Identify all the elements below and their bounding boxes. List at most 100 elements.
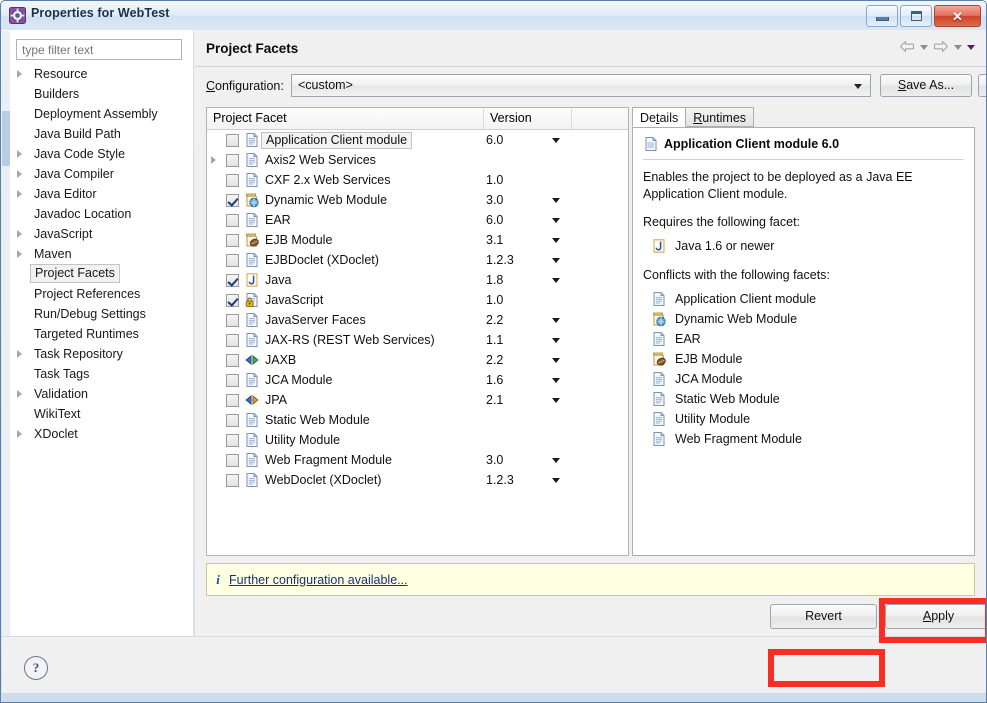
facet-row[interactable]: JPA 2.1 xyxy=(207,390,628,410)
facet-version-menu-cell[interactable] xyxy=(540,237,572,243)
back-history-caret-icon[interactable] xyxy=(920,44,928,50)
facet-checkbox[interactable] xyxy=(226,213,239,227)
sidebar-scrollbar-thumb[interactable] xyxy=(2,111,10,166)
sidebar-item-javascript[interactable]: JavaScript xyxy=(12,224,187,244)
expand-arrow-icon[interactable] xyxy=(17,250,22,258)
filter-input[interactable] xyxy=(16,39,182,60)
chevron-down-icon[interactable] xyxy=(552,397,560,403)
facet-row[interactable]: CXF 2.x Web Services 1.0 xyxy=(207,170,628,190)
facet-checkbox[interactable] xyxy=(226,193,239,207)
facet-version-cell[interactable]: 6.0 xyxy=(484,133,540,147)
facet-version-cell[interactable]: 1.0 xyxy=(484,293,540,307)
facet-row[interactable]: JavaServer Faces 2.2 xyxy=(207,310,628,330)
chevron-down-icon[interactable] xyxy=(552,357,560,363)
chevron-down-icon[interactable] xyxy=(552,137,560,143)
chevron-down-icon[interactable] xyxy=(552,377,560,383)
facet-row[interactable]: JCA Module 1.6 xyxy=(207,370,628,390)
facet-version-menu-cell[interactable] xyxy=(540,197,572,203)
chevron-down-icon[interactable] xyxy=(552,277,560,283)
facet-checkbox[interactable] xyxy=(226,453,239,467)
facet-version-menu-cell[interactable] xyxy=(540,277,572,283)
sidebar-item-deployment-assembly[interactable]: Deployment Assembly xyxy=(12,104,187,124)
expand-arrow-icon[interactable] xyxy=(17,390,22,398)
facet-checkbox[interactable] xyxy=(226,353,239,367)
facet-version-menu-cell[interactable] xyxy=(540,457,572,463)
sidebar-item-javadoc-location[interactable]: Javadoc Location xyxy=(12,204,187,224)
facet-row[interactable]: Dynamic Web Module 3.0 xyxy=(207,190,628,210)
facet-version-menu-cell[interactable] xyxy=(540,257,572,263)
facet-version-menu-cell[interactable] xyxy=(540,477,572,483)
delete-button[interactable]: Delete xyxy=(978,74,986,97)
facet-row[interactable]: JAXB 2.2 xyxy=(207,350,628,370)
sidebar-item-java-compiler[interactable]: Java Compiler xyxy=(12,164,187,184)
expand-arrow-icon[interactable] xyxy=(17,230,22,238)
sidebar-item-builders[interactable]: Builders xyxy=(12,84,187,104)
facet-checkbox[interactable] xyxy=(226,373,239,387)
facet-version-cell[interactable]: 1.1 xyxy=(484,333,540,347)
facet-checkbox[interactable] xyxy=(226,293,239,307)
facet-version-menu-cell[interactable] xyxy=(540,377,572,383)
facet-checkbox[interactable] xyxy=(226,313,239,327)
sidebar-item-task-repository[interactable]: Task Repository xyxy=(12,344,187,364)
facet-version-cell[interactable]: 3.1 xyxy=(484,233,540,247)
save-as-button[interactable]: Save As... xyxy=(880,74,972,97)
forward-arrow-icon[interactable] xyxy=(933,40,949,54)
sidebar-item-java-editor[interactable]: Java Editor xyxy=(12,184,187,204)
facet-version-menu-cell[interactable] xyxy=(540,317,572,323)
facet-checkbox[interactable] xyxy=(226,473,239,487)
facet-version-cell[interactable]: 3.0 xyxy=(484,453,540,467)
expand-arrow-icon[interactable] xyxy=(207,153,221,167)
facet-checkbox[interactable] xyxy=(226,233,239,247)
facet-version-cell[interactable]: 1.6 xyxy=(484,373,540,387)
facet-checkbox[interactable] xyxy=(226,433,239,447)
further-configuration-link[interactable]: Further configuration available... xyxy=(229,573,408,587)
chevron-down-icon[interactable] xyxy=(552,317,560,323)
maximize-button[interactable] xyxy=(900,5,932,27)
facet-row[interactable]: WebDoclet (XDoclet) 1.2.3 xyxy=(207,470,628,490)
view-menu-caret-icon[interactable] xyxy=(967,44,975,50)
sidebar-item-project-facets[interactable]: Project Facets xyxy=(12,264,187,284)
column-header-blank[interactable] xyxy=(572,108,628,129)
facet-version-menu-cell[interactable] xyxy=(540,217,572,223)
facet-row[interactable]: Java 1.8 xyxy=(207,270,628,290)
facet-version-cell[interactable]: 2.1 xyxy=(484,393,540,407)
facet-checkbox[interactable] xyxy=(226,173,239,187)
expand-arrow-icon[interactable] xyxy=(17,70,22,78)
sidebar-item-xdoclet[interactable]: XDoclet xyxy=(12,424,187,444)
facet-version-cell[interactable]: 1.2.3 xyxy=(484,473,540,487)
facet-checkbox[interactable] xyxy=(226,413,239,427)
help-icon[interactable]: ? xyxy=(24,656,48,680)
facet-row[interactable]: JavaScript 1.0 xyxy=(207,290,628,310)
sidebar-item-maven[interactable]: Maven xyxy=(12,244,187,264)
chevron-down-icon[interactable] xyxy=(552,237,560,243)
facet-checkbox[interactable] xyxy=(226,393,239,407)
chevron-down-icon[interactable] xyxy=(552,197,560,203)
chevron-down-icon[interactable] xyxy=(552,217,560,223)
facet-version-cell[interactable]: 2.2 xyxy=(484,353,540,367)
facet-version-cell[interactable]: 2.2 xyxy=(484,313,540,327)
facet-checkbox[interactable] xyxy=(226,253,239,267)
chevron-down-icon[interactable] xyxy=(552,457,560,463)
chevron-down-icon[interactable] xyxy=(552,337,560,343)
facet-row[interactable]: EJB Module 3.1 xyxy=(207,230,628,250)
facet-row[interactable]: Axis2 Web Services xyxy=(207,150,628,170)
chevron-down-icon[interactable] xyxy=(552,477,560,483)
tab-runtimes[interactable]: Runtimes xyxy=(685,107,755,127)
sidebar-item-wikitext[interactable]: WikiText xyxy=(12,404,187,424)
facet-row[interactable]: EJBDoclet (XDoclet) 1.2.3 xyxy=(207,250,628,270)
revert-button[interactable]: Revert xyxy=(770,604,877,629)
facet-checkbox[interactable] xyxy=(226,273,239,287)
facet-row[interactable]: Static Web Module xyxy=(207,410,628,430)
facet-row[interactable]: Application Client module 6.0 xyxy=(207,130,628,150)
close-button[interactable]: ✕ xyxy=(934,5,981,27)
sidebar-item-java-code-style[interactable]: Java Code Style xyxy=(12,144,187,164)
facet-row[interactable]: JAX-RS (REST Web Services) 1.1 xyxy=(207,330,628,350)
facet-version-cell[interactable]: 1.2.3 xyxy=(484,253,540,267)
sidebar-scrollbar[interactable] xyxy=(2,31,10,636)
expand-arrow-icon[interactable] xyxy=(17,170,22,178)
facet-row[interactable]: Utility Module xyxy=(207,430,628,450)
facet-version-cell[interactable]: 3.0 xyxy=(484,193,540,207)
facet-checkbox[interactable] xyxy=(226,133,239,147)
facet-checkbox[interactable] xyxy=(226,333,239,347)
back-arrow-icon[interactable] xyxy=(899,40,915,54)
